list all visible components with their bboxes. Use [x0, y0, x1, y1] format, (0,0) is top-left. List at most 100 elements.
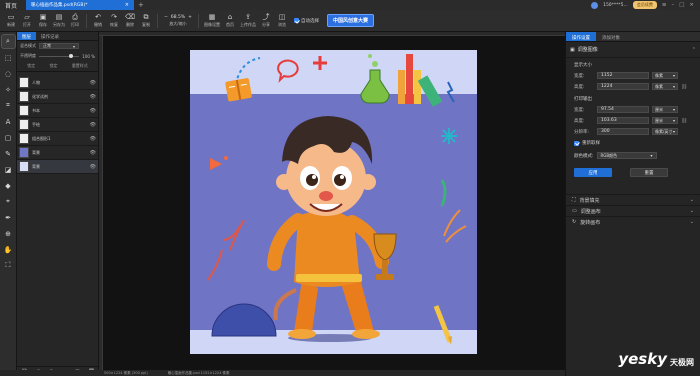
upload-button[interactable]: ⇪ 上传作品 [238, 11, 258, 31]
print-height-input[interactable]: 103.63 [597, 117, 649, 124]
save-icon: ▣ [39, 12, 47, 21]
layer-row[interactable]: 背景 👁 [17, 160, 98, 174]
display-height-unit[interactable]: 像素 ▾ [652, 83, 678, 90]
height-label: 高度: [574, 118, 585, 124]
canvas-area[interactable] [99, 32, 565, 370]
apply-button[interactable]: 应用 [574, 168, 612, 177]
eye-icon[interactable]: 👁 [90, 136, 96, 142]
resolution-unit[interactable]: 像素/英寸 ▾ [652, 128, 678, 135]
zoom-in-icon[interactable]: + [188, 15, 192, 20]
resample-checkbox[interactable] [574, 140, 579, 146]
share-button[interactable]: ⤴ 分享 [258, 11, 274, 31]
hand-tool-icon[interactable]: ✋ [2, 243, 15, 256]
artboard[interactable] [190, 50, 477, 354]
minimize-icon[interactable]: – [671, 2, 674, 8]
resolution-input[interactable]: 300 [597, 128, 649, 135]
avatar[interactable] [591, 1, 599, 9]
open-folder-icon: ▱ [24, 12, 30, 21]
marquee-tool-icon[interactable]: ⬚ [2, 51, 15, 64]
link-ratio-icon[interactable]: ⛓ [681, 84, 687, 90]
shape-tool-icon[interactable]: ▢ [2, 131, 15, 144]
auto-select-checkbox[interactable] [294, 18, 299, 23]
delete-button[interactable]: ⌫ 删除 [122, 11, 138, 31]
select-tool-icon[interactable]: ⌕ [0, 34, 16, 49]
eye-icon[interactable]: 👁 [90, 164, 96, 170]
eye-icon[interactable]: 👁 [90, 150, 96, 156]
contest-banner-button[interactable]: 中国风创意大赛 [327, 14, 375, 27]
layer-row[interactable]: 手绘 👁 [17, 118, 98, 132]
print-width-unit[interactable]: 厘米 ▾ [652, 106, 678, 113]
layer-row[interactable]: 书本 👁 [17, 104, 98, 118]
tab-history[interactable]: 操作记录 [36, 32, 64, 40]
lock-all-button[interactable]: 锁定 [49, 63, 57, 69]
auto-select-toggle[interactable]: 自动选择 [294, 18, 319, 24]
pen-tool-icon[interactable]: ✒ [2, 211, 15, 224]
new-button[interactable]: ▭ 新建 [3, 11, 19, 31]
reset-style-button[interactable]: 重置样式 [72, 63, 88, 69]
tab-adjust[interactable]: 操作设置 [566, 32, 596, 41]
vip-renew-button[interactable]: 会员续费 [632, 1, 657, 9]
add-tab-icon[interactable]: + [138, 1, 144, 9]
home-button[interactable]: ⌂ 首页 [222, 11, 238, 31]
layer-row[interactable]: 背景 👁 [17, 146, 98, 160]
opacity-value[interactable]: 100 % [82, 54, 95, 59]
redo-button[interactable]: ↷ 恢复 [106, 11, 122, 31]
zoom-out-icon[interactable]: − [164, 15, 168, 20]
chevron-up-icon[interactable]: ⌃ [692, 47, 696, 53]
zoom-control[interactable]: −68.5% + 放大/缩小 [161, 11, 195, 31]
magic-wand-icon[interactable]: ✧ [2, 83, 15, 96]
print-button[interactable]: ⎙ 打印 [67, 11, 83, 31]
resample-toggle[interactable]: 重新取样 [566, 137, 700, 149]
opacity-slider[interactable] [39, 54, 80, 58]
text-tool-icon[interactable]: A [2, 115, 15, 128]
home-tab[interactable]: 首页 [0, 1, 26, 10]
print-icon: ⎙ [72, 12, 78, 21]
save-label: 保存 [39, 21, 47, 27]
blend-mode-select[interactable]: 正常 ▾ [39, 43, 79, 49]
rotate-canvas-section[interactable]: ↻ 旋转画布 ⌄ [566, 216, 700, 227]
link-ratio-icon[interactable]: ⛓ [681, 118, 687, 124]
upload-icon: ⇪ [245, 12, 251, 21]
adjust-image-header[interactable]: ▣ 调整图像 ⌃ [566, 42, 700, 58]
adjust-canvas-section[interactable]: ▭ 调整画布 ⌄ [566, 205, 700, 216]
document-tab[interactable]: 暖心插画作品集.psd(RGB)* × [26, 0, 134, 10]
eye-icon[interactable]: 👁 [90, 108, 96, 114]
print-width-input[interactable]: 97.54 [597, 106, 649, 113]
close-window-icon[interactable]: × [689, 2, 694, 8]
open-button[interactable]: ▱ 打开 [19, 11, 35, 31]
eye-icon[interactable]: 👁 [90, 122, 96, 128]
user-id[interactable]: 150****5... [603, 3, 628, 8]
close-tab-icon[interactable]: × [125, 2, 129, 8]
browse-button[interactable]: ◫ 浏览 [274, 11, 290, 31]
color-mode-select[interactable]: RGB颜色 ▾ [596, 152, 657, 159]
display-width-input[interactable]: 1152 [597, 72, 649, 79]
fill-tool-icon[interactable]: ◪ [2, 163, 15, 176]
eye-icon[interactable]: 👁 [90, 94, 96, 100]
maximize-icon[interactable]: □ [679, 2, 684, 8]
display-height-input[interactable]: 1224 [597, 83, 649, 90]
menu-icon[interactable]: ≡ [662, 2, 667, 8]
clone-tool-icon[interactable]: ⊕ [2, 227, 15, 240]
image-settings-button[interactable]: ▦ 图像设置 [202, 11, 222, 31]
eyedropper-tool-icon[interactable]: ⌖ [2, 195, 15, 208]
crop-tool-icon[interactable]: ⌗ [2, 99, 15, 112]
brush-tool-icon[interactable]: ✎ [2, 147, 15, 160]
eye-icon[interactable]: 👁 [90, 80, 96, 86]
lock-button[interactable]: 锁定 [27, 63, 35, 69]
layer-row[interactable]: 化学试剂 👁 [17, 90, 98, 104]
background-fill-section[interactable]: ⛶ 背景填充 ⌄ [566, 194, 700, 205]
layer-row[interactable]: 人物 👁 [17, 76, 98, 90]
lasso-tool-icon[interactable]: ◌ [2, 67, 15, 80]
save-button[interactable]: ▣ 保存 [35, 11, 51, 31]
tab-add-object[interactable]: 添加对象 [596, 32, 626, 41]
print-height-unit[interactable]: 厘米 ▾ [652, 117, 678, 124]
reset-button[interactable]: 重置 [630, 168, 668, 177]
eraser-tool-icon[interactable]: ◆ [2, 179, 15, 192]
copy-button[interactable]: ⧉ 复制 [138, 11, 154, 31]
display-width-unit[interactable]: 像素 ▾ [652, 72, 678, 79]
transform-tool-icon[interactable]: ⛶ [2, 259, 15, 272]
tab-layers[interactable]: 图层 [17, 32, 36, 40]
undo-button[interactable]: ↶ 撤销 [90, 11, 106, 31]
layer-row[interactable]: 组合图形1 👁 [17, 132, 98, 146]
save-as-button[interactable]: ▤ 另存为 [51, 11, 67, 31]
